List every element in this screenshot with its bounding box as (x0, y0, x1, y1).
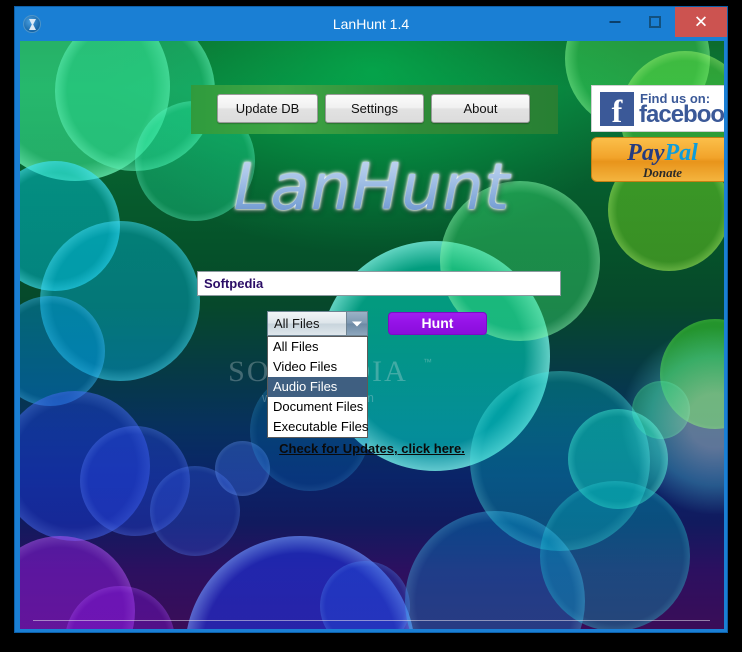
bokeh-circle (540, 481, 690, 629)
bokeh-circle (620, 326, 724, 516)
maximize-button[interactable] (635, 7, 675, 37)
facebook-brand-text: facebook (639, 101, 724, 128)
minimize-button[interactable] (595, 7, 635, 37)
minimize-icon (609, 21, 621, 23)
application-window: LanHunt 1.4 ✕ ™ Update DB Settings About… (14, 6, 728, 633)
file-type-combobox[interactable]: All Files (267, 311, 368, 336)
bokeh-circle (320, 561, 410, 629)
dropdown-option-all-files[interactable]: All Files (268, 337, 367, 357)
toolbar: Update DB Settings About (191, 85, 558, 134)
facebook-icon: f (600, 92, 634, 129)
file-type-dropdown-list[interactable]: All Files Video Files Audio Files Docume… (267, 336, 368, 438)
paypal-pay-text: Pay (627, 140, 665, 166)
bokeh-circle (405, 511, 585, 629)
title-bar[interactable]: LanHunt 1.4 ✕ (15, 7, 727, 41)
paypal-wordmark: PayPal (592, 140, 724, 166)
dropdown-option-document-files[interactable]: Document Files (268, 397, 367, 417)
bokeh-circle (660, 319, 724, 429)
file-type-selected-value: All Files (274, 316, 320, 331)
bokeh-circle (65, 586, 175, 629)
bokeh-circle (568, 409, 668, 509)
facebook-badge[interactable]: f Find us on: facebook (591, 85, 724, 132)
dropdown-option-audio-files[interactable]: Audio Files (268, 377, 367, 397)
close-icon: ✕ (693, 12, 709, 32)
bokeh-circle (20, 536, 135, 629)
close-button[interactable]: ✕ (675, 7, 727, 37)
hunt-button[interactable]: Hunt (388, 312, 487, 335)
search-input[interactable]: Softpedia (197, 271, 561, 296)
bokeh-circle (470, 371, 650, 551)
bokeh-circle (20, 391, 150, 541)
app-background: SOFTPEDIA ™ www.softpedia.com Update DB … (20, 41, 724, 629)
bokeh-circle (150, 466, 240, 556)
facebook-icon-letter: f (611, 92, 623, 129)
check-for-updates-link[interactable]: Check for Updates, click here. (20, 441, 724, 456)
bokeh-circle (632, 381, 690, 439)
chevron-down-icon (352, 321, 362, 326)
footer-divider (33, 620, 710, 621)
maximize-icon (649, 16, 661, 28)
combobox-arrow-button[interactable] (346, 312, 367, 335)
paypal-donate-text: Donate (643, 165, 682, 180)
update-db-button[interactable]: Update DB (217, 94, 318, 123)
watermark-tm: ™ (423, 357, 432, 367)
dropdown-option-executable-files[interactable]: Executable Files (268, 417, 368, 437)
dropdown-option-video-files[interactable]: Video Files (268, 357, 367, 377)
settings-button[interactable]: Settings (325, 94, 424, 123)
bokeh-circle (185, 536, 415, 629)
bokeh-circle (40, 221, 200, 381)
paypal-donate-button[interactable]: PayPal Donate (591, 137, 724, 182)
paypal-pal-text: Pal (664, 140, 698, 166)
about-button[interactable]: About (431, 94, 530, 123)
bokeh-circle (20, 296, 105, 406)
search-input-value: Softpedia (204, 276, 264, 291)
